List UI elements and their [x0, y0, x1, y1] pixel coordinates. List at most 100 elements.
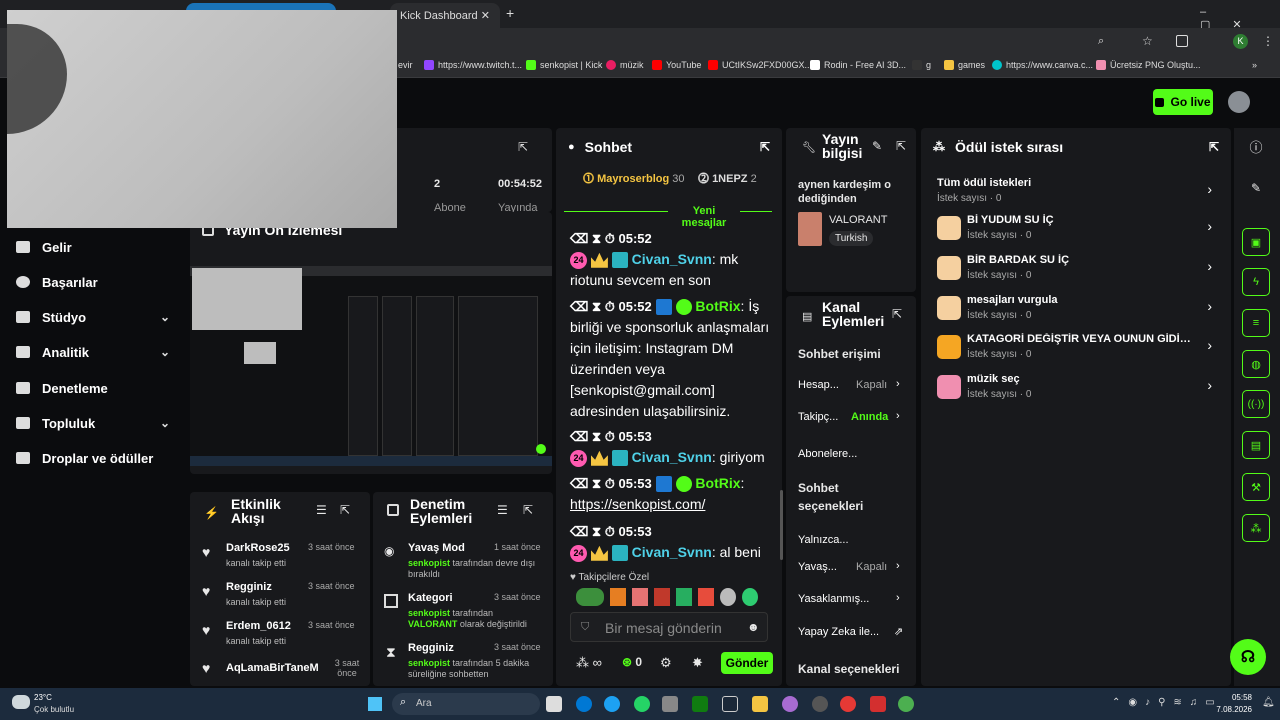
steam-icon[interactable]: [722, 696, 738, 712]
snail-icon: ◉: [384, 544, 395, 558]
setting-row-subscribers[interactable]: Abonelere...: [798, 443, 908, 460]
profile-avatar[interactable]: K: [1233, 34, 1248, 49]
bookmark-item[interactable]: g: [912, 60, 931, 70]
gear-icon[interactable]: ⚙: [660, 655, 672, 671]
bookmark-item[interactable]: UCtIKSw2FXD00GX...: [708, 60, 812, 70]
folder-icon[interactable]: [752, 696, 768, 712]
settings-extra-icon[interactable]: ✸: [692, 655, 703, 671]
reward-item[interactable]: BİR BARDAK SU İÇ İstek sayısı · 0 ›: [937, 252, 1212, 288]
edit-icon[interactable]: ✎: [1242, 174, 1270, 202]
bookmark-item[interactable]: Ücretsiz PNG Oluştu...: [1096, 60, 1201, 70]
emoji-icon[interactable]: ☻: [747, 620, 760, 634]
bookmark-item[interactable]: YouTube: [652, 60, 701, 70]
bookmark-item[interactable]: senkopist | Kick: [526, 60, 602, 70]
copilot-icon[interactable]: [782, 696, 798, 712]
menu-icon[interactable]: ⋮: [1262, 34, 1274, 48]
preview-video[interactable]: [190, 266, 552, 466]
vip-icon: [611, 450, 628, 467]
chat-icon[interactable]: ◍: [1242, 350, 1270, 378]
sidebar-item-studyo[interactable]: Stüdyo ⌄: [0, 300, 190, 334]
emote-icon: [676, 588, 692, 606]
reward-item[interactable]: Bİ YUDUM SU İÇ İstek sayısı · 0 ›: [937, 212, 1212, 248]
game-name[interactable]: VALORANT: [829, 214, 887, 226]
close-tab-icon[interactable]: ✕: [481, 9, 490, 22]
expand-icon[interactable]: ⇱: [1209, 140, 1219, 154]
users-icon[interactable]: ⁂ ∞: [576, 655, 602, 671]
sidebar-item-analitik[interactable]: Analitik ⌄: [0, 335, 190, 369]
more-bookmarks-icon[interactable]: »: [1252, 60, 1257, 70]
expand-icon[interactable]: ⇱: [760, 140, 770, 154]
start-icon[interactable]: [368, 697, 382, 711]
chevron-right-icon: ›: [896, 410, 900, 422]
filter-icon[interactable]: ☰: [316, 503, 327, 517]
app-icon[interactable]: [840, 696, 856, 712]
notes-icon[interactable]: ≡: [1242, 309, 1270, 337]
channel-icon[interactable]: ▤: [1242, 431, 1270, 459]
points-display[interactable]: ⊛ 0: [622, 655, 642, 669]
filter-icon[interactable]: ☰: [497, 503, 508, 517]
skype-icon[interactable]: [604, 696, 620, 712]
emote-row[interactable]: [576, 588, 770, 608]
app-icon[interactable]: [870, 696, 886, 712]
broadcast-icon[interactable]: ((·)): [1242, 390, 1270, 418]
clock-time[interactable]: 05:58: [1216, 693, 1252, 702]
avatar[interactable]: [1228, 91, 1250, 113]
moderation-icon: [387, 504, 399, 516]
bolt-icon[interactable]: ϟ: [1242, 268, 1270, 296]
go-live-button[interactable]: Go live: [1153, 89, 1213, 115]
edit-icon[interactable]: ✎: [872, 139, 882, 153]
bookmark-item[interactable]: Rodin - Free AI 3D...: [810, 60, 906, 70]
send-button[interactable]: Gönder: [721, 652, 773, 674]
sidebar-item-basarilar[interactable]: Başarılar: [0, 265, 190, 299]
app-icon[interactable]: [662, 696, 678, 712]
wrench-icon[interactable]: ⚒: [1242, 473, 1270, 501]
reward-all[interactable]: Tüm ödül istekleri İstek sayısı · 0 ›: [937, 175, 1212, 211]
expand-icon[interactable]: ⇱: [518, 140, 528, 154]
edge-icon[interactable]: [576, 696, 592, 712]
reward-item[interactable]: müzik seç İstek sayısı · 0 ›: [937, 371, 1212, 407]
notification-icon[interactable]: 🔔︎: [1262, 697, 1275, 708]
zoom-icon[interactable]: ⌕: [1098, 35, 1104, 48]
setting-row-banned[interactable]: Yasaklanmış... ›: [798, 592, 908, 605]
expand-icon[interactable]: ⇱: [892, 307, 902, 321]
expand-icon[interactable]: ⇱: [340, 503, 350, 517]
setting-row-slow[interactable]: Yavaş... Kapalı ›: [798, 560, 908, 573]
bookmark-item[interactable]: evir: [398, 60, 413, 70]
chrome-icon[interactable]: [898, 696, 914, 712]
whatsapp-icon[interactable]: [634, 696, 650, 712]
camera-icon[interactable]: ▣: [1242, 228, 1270, 256]
taskview-icon[interactable]: [546, 696, 562, 712]
support-chat-icon[interactable]: ☊: [1230, 639, 1266, 675]
bookmark-item[interactable]: games: [944, 60, 985, 70]
sidebar-item-gelir[interactable]: Gelir: [0, 230, 190, 264]
setting-row-followers[interactable]: Takipç... Anında ›: [798, 410, 908, 423]
taskbar-search[interactable]: ⌕ Ara: [392, 693, 540, 715]
bookmark-item[interactable]: müzik: [606, 60, 644, 70]
chat-scrollbar[interactable]: [780, 490, 783, 560]
reward-item[interactable]: mesajları vurgula İstek sayısı · 0 ›: [937, 292, 1212, 328]
setting-row-account[interactable]: Hesap... Kapalı ›: [798, 378, 908, 391]
expand-icon[interactable]: ⇱: [896, 139, 906, 153]
sidebar-item-droplar[interactable]: Droplar ve ödüller: [0, 441, 190, 475]
setting-row-ai[interactable]: Yapay Zeka ile... ⇗: [798, 626, 908, 638]
browser-tab-kick[interactable]: Kick Dashboard ✕: [390, 3, 500, 28]
sidebar-item-topluluk[interactable]: Topluluk ⌄: [0, 406, 190, 440]
clock-date[interactable]: 7.08.2026: [1206, 705, 1252, 714]
extensions-icon[interactable]: [1176, 35, 1188, 47]
obs-icon[interactable]: [812, 696, 828, 712]
chat-input[interactable]: ⛉ Bir mesaj gönderin ☻: [570, 612, 768, 642]
star-icon[interactable]: ☆: [1142, 34, 1153, 48]
new-tab-button[interactable]: +: [506, 5, 514, 21]
expand-icon[interactable]: ⇱: [523, 503, 533, 517]
info-icon[interactable]: ⓘ: [1242, 132, 1270, 160]
bookmark-item[interactable]: https://www.twitch.t...: [424, 60, 522, 70]
sidebar-item-denetleme[interactable]: Denetleme: [0, 371, 190, 405]
setting-row-only[interactable]: Yalnızca...: [798, 529, 908, 546]
bookmark-item[interactable]: https://www.canva.c...: [992, 60, 1093, 70]
chat-link[interactable]: https://senkopist.com/: [570, 496, 705, 512]
reward-item[interactable]: KATAGORİ DEĞİŞTİR VEYA OUNUN GİDİŞAT... İ…: [937, 331, 1212, 367]
rewards-icon[interactable]: ⁂: [1242, 514, 1270, 542]
xbox-icon[interactable]: [692, 696, 708, 712]
chevron-right-icon: ›: [1207, 181, 1212, 197]
channel-actions-panel: ▤ Kanal Eylemleri ⇱ Sohbet erişimi Hesap…: [786, 296, 916, 686]
